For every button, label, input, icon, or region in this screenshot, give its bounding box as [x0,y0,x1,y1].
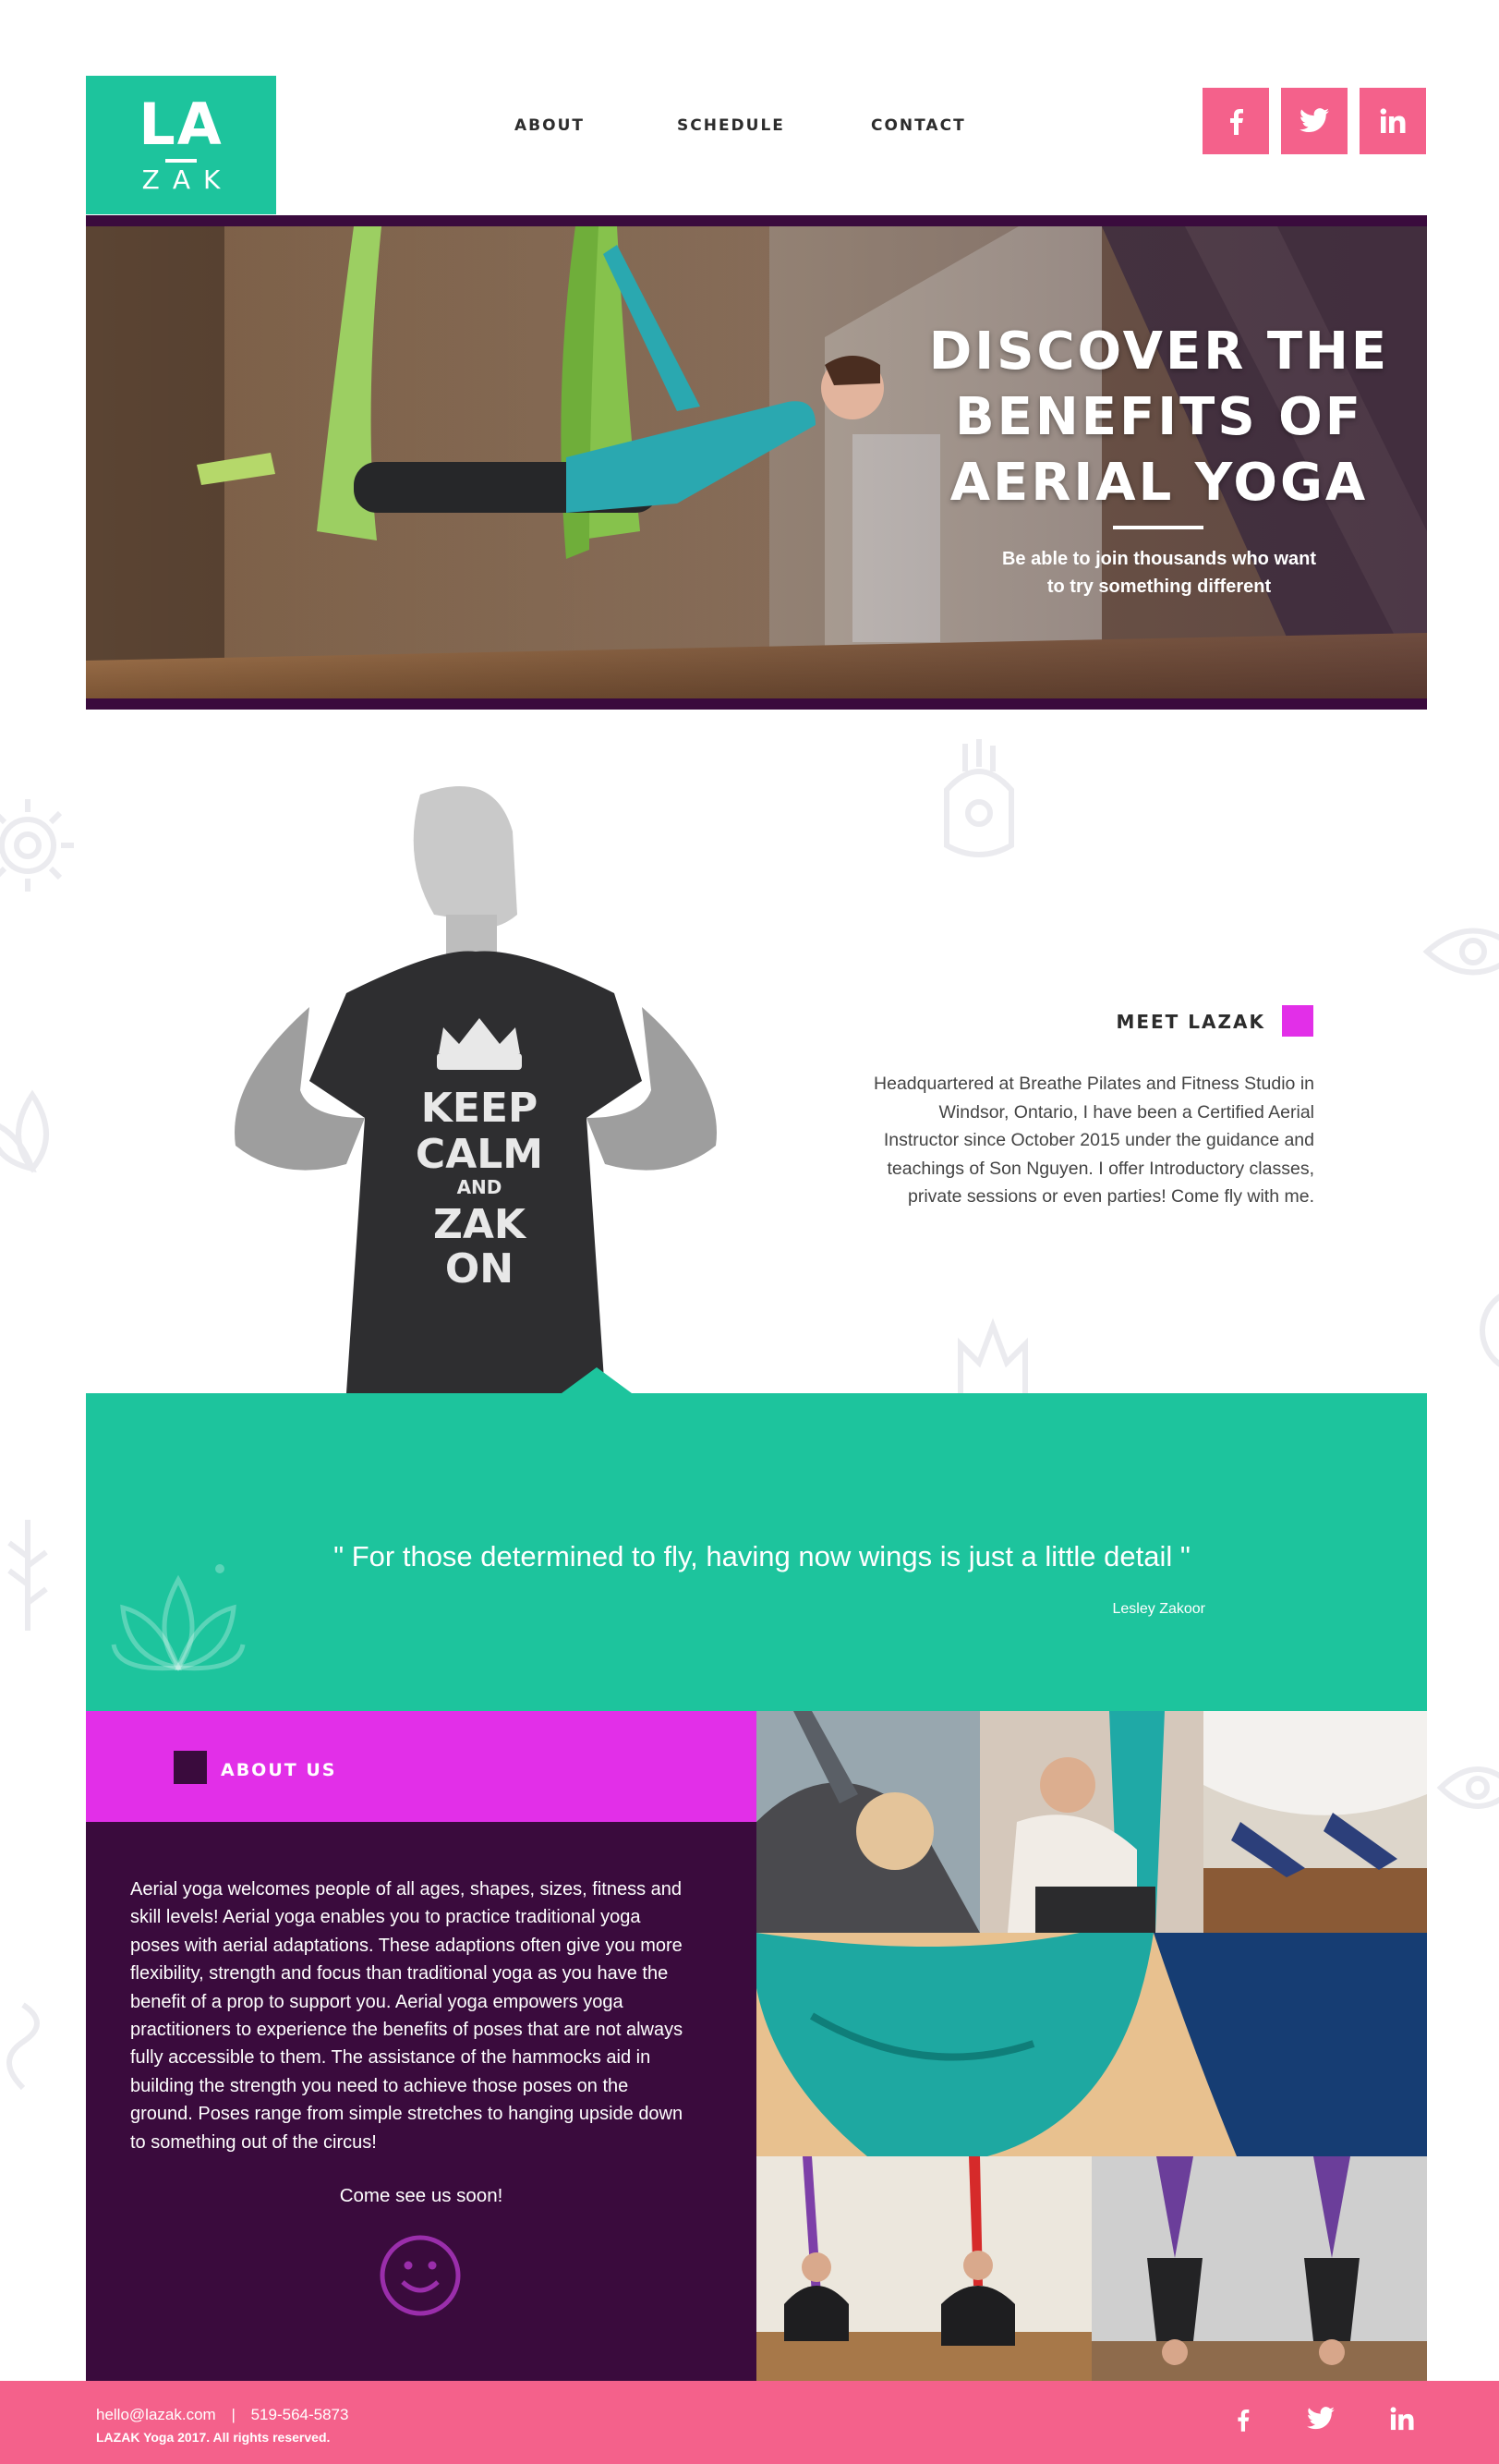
lotus-doodle-icon [0,1089,49,1173]
linkedin-icon [1390,2407,1414,2431]
meet-text-line: teachings of Son Nguyen. I offer Introdu… [887,1158,1314,1179]
logo-divider [165,159,197,163]
hero-divider [1113,526,1203,529]
linkedin-button[interactable] [1360,88,1426,154]
hero-title-line: DISCOVER THE [928,322,1390,382]
quote-author: Lesley Zakoor [1112,1601,1206,1617]
gallery-photo [756,2156,1092,2381]
meet-description: Headquartered at Breathe Pilates and Fit… [831,1070,1314,1211]
logo-la-text: LA [139,91,224,158]
gallery-photo-wide [756,1933,1427,2156]
footer-email-link[interactable]: hello@lazak.com [96,2406,216,2423]
meet-accent-square [1282,1005,1313,1037]
meet-heading: MEET LAZAK [1116,1011,1265,1033]
facebook-button[interactable] [1203,88,1269,154]
shirt-line: ZAK [433,1201,527,1248]
footer-phone: 519-564-5873 [250,2406,349,2423]
footer-twitter-link[interactable] [1307,2407,1335,2435]
eye-doodle-icon [1436,1766,1499,1809]
hero-subtitle-line: to try something different [1046,577,1272,597]
footer-contact: hello@lazak.com | 519-564-5873 [96,2406,348,2424]
nav-contact[interactable]: CONTACT [871,116,966,135]
circle-doodle-icon [1480,1293,1499,1367]
about-text-line: flexibility, strength and focus than tra… [130,1963,669,1985]
quote-notch [562,1367,632,1393]
twitter-icon [1307,2407,1335,2430]
meet-text-line: private sessions or even parties! Come f… [907,1186,1314,1207]
shirt-line: ON [445,1245,514,1293]
about-text-line: building the strength you need to achiev… [130,2075,629,2096]
nav-about[interactable]: ABOUT [514,116,585,135]
feather-doodle-icon [7,1520,48,1631]
meet-text-line: Windsor, Ontario, I have been a Certifie… [938,1101,1314,1123]
logo-zak-text: ZAK [141,164,234,195]
quote-text: " For those determined to fly, having no… [333,1540,1191,1572]
about-text-line: ground. Poses range from simple stretche… [130,2104,683,2125]
about-title: ABOUT US [221,1760,337,1780]
twitter-button[interactable] [1281,88,1348,154]
facebook-icon [1238,2409,1250,2432]
hero-title-line: AERIAL YOGA [949,453,1369,513]
gallery-photo [1092,2156,1427,2381]
meet-text-line: Headquartered at Breathe Pilates and Fit… [874,1074,1314,1094]
about-text-line: skill levels! Aerial yoga enables you to… [130,1907,641,1928]
shirt-line: AND [457,1176,502,1198]
hero-subtitle-line: Be able to join thousands who want [1001,549,1316,569]
about-text-line: benefit of a prop to support you. Aerial… [130,1991,623,2012]
shirt-line: CALM [416,1131,543,1178]
about-cta: Come see us soon! [339,2185,503,2206]
about-text-line: fully accessible to them. The assistance… [130,2047,651,2069]
hero-title-line: BENEFITS OF [954,387,1364,447]
gallery-photo [1203,1711,1427,1933]
swirl-doodle-icon [6,2002,40,2091]
hero-title: DISCOVER THE BENEFITS OF AERIAL YOGA [928,319,1390,516]
shirt-line: KEEP [421,1085,538,1132]
about-text-line: poses with aerial adaptations. These ada… [130,1935,683,1956]
site-logo[interactable]: LA ZAK [86,76,276,214]
hero-subtitle: Be able to join thousands who want to tr… [979,545,1339,601]
gallery-photo [756,1711,980,1933]
meet-text-line: Instructor since October 2015 under the … [883,1130,1314,1150]
about-accent-square [174,1751,207,1784]
gallery-photo [980,1711,1203,1933]
footer-linkedin-link[interactable] [1390,2407,1414,2435]
about-description: Aerial yoga welcomes people of all ages,… [130,1875,712,2156]
instructor-photo: KEEP CALM AND ZAK ON [208,776,780,1393]
about-text-line: Aerial yoga welcomes people of all ages,… [130,1879,683,1900]
smiley-icon [380,2235,461,2316]
tulip-doodle-icon [958,1317,1028,1395]
footer-copyright: LAZAK Yoga 2017. All rights reserved. [96,2430,331,2445]
about-text-line: to something out of the circus! [130,2131,377,2153]
sun-doodle-icon [0,799,74,892]
footer-facebook-link[interactable] [1235,2407,1251,2437]
footer-separator: | [231,2406,236,2423]
linkedin-icon [1380,108,1406,133]
twitter-icon [1300,108,1329,133]
hand-doodle-icon [944,739,1014,857]
facebook-icon [1230,109,1243,135]
eye-doodle-icon [1422,928,1499,976]
about-text-line: practitioners to experience the benefits… [130,2020,683,2041]
nav-schedule[interactable]: SCHEDULE [677,116,785,135]
